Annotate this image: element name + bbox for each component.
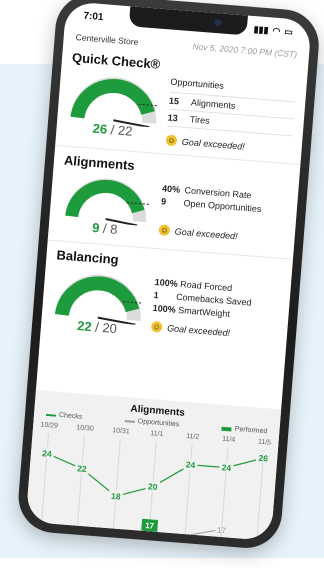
balancing-target: / 20 bbox=[94, 319, 118, 337]
trend-plot: 10/29 10/30 10/31 11/1 11/2 11/4 11/5 24 22 18 20 2… bbox=[39, 422, 272, 540]
opportunities-series-line bbox=[190, 530, 216, 536]
gridline bbox=[256, 450, 265, 540]
date-tick-label: 11/4 bbox=[222, 436, 236, 444]
notch bbox=[128, 6, 248, 36]
alignments-value: 9 bbox=[91, 219, 100, 236]
alignments-target: / 8 bbox=[102, 220, 119, 237]
goal-status: ☺ Goal exceeded! bbox=[158, 224, 239, 241]
goal-status: ☺ Goal exceeded! bbox=[150, 320, 231, 338]
checks-point-label: 18 bbox=[111, 491, 121, 502]
gridline bbox=[41, 433, 50, 523]
balancing-gauge: 22 / 20 bbox=[51, 266, 148, 338]
checks-point-label: 22 bbox=[77, 463, 87, 474]
camera-icon bbox=[214, 18, 222, 27]
status-time: 7:01 bbox=[83, 10, 104, 23]
date-tick-label: 10/30 bbox=[76, 424, 94, 432]
quick-check-gauge: 26 / 22 bbox=[66, 69, 163, 141]
balancing-card[interactable]: Balancing 22 / 20 100% Road Forced 1 Com… bbox=[40, 240, 293, 357]
performed-point-label: 17 bbox=[145, 521, 155, 531]
wifi-icon: ◠ bbox=[272, 25, 281, 36]
opportunities-point-label: 17 bbox=[217, 526, 227, 536]
date-tick-label: 11/5 bbox=[258, 439, 272, 447]
phone-frame: 7:01 ▮▮▮ ◠ ▭ Centerville Store Nov 5, 20… bbox=[15, 0, 322, 551]
quick-check-card[interactable]: Quick Check® 26 / 22 Opportunities 15 Al… bbox=[55, 43, 309, 166]
gridline bbox=[112, 438, 121, 529]
app-screen: 7:01 ▮▮▮ ◠ ▭ Centerville Store Nov 5, 20… bbox=[25, 1, 312, 541]
smiley-icon: ☺ bbox=[150, 320, 163, 333]
gridline bbox=[184, 444, 193, 535]
signal-bars-icon: ▮▮▮ bbox=[253, 23, 269, 35]
stat-line: 13 Tires bbox=[167, 112, 210, 126]
checks-point-label: 24 bbox=[42, 448, 52, 459]
gridline bbox=[76, 435, 85, 526]
checks-point-label: 20 bbox=[148, 481, 158, 492]
date-tick-label: 10/29 bbox=[40, 422, 58, 430]
checks-point-label: 26 bbox=[258, 453, 268, 464]
date-tick-label: 10/31 bbox=[112, 427, 130, 435]
checks-point-label: 24 bbox=[221, 462, 231, 473]
balancing-value: 22 bbox=[76, 318, 93, 335]
quick-check-value: 26 bbox=[92, 120, 108, 137]
phone-mockup: 7:01 ▮▮▮ ◠ ▭ Centerville Store Nov 5, 20… bbox=[15, 0, 324, 568]
gridline bbox=[220, 447, 229, 538]
quick-check-target: / 22 bbox=[110, 122, 133, 139]
smiley-icon: ☺ bbox=[158, 224, 171, 237]
checks-point-label: 24 bbox=[185, 459, 195, 470]
date-tick-label: 11/2 bbox=[186, 433, 200, 441]
alignments-gauge: 9 / 8 bbox=[58, 171, 155, 239]
smiley-icon: ☺ bbox=[165, 134, 178, 147]
battery-icon: ▭ bbox=[283, 25, 294, 37]
date-tick-label: 11/1 bbox=[150, 430, 164, 438]
goal-status: ☺ Goal exceeded! bbox=[165, 134, 246, 152]
stat-line: 15 Alignments bbox=[168, 95, 236, 111]
alignments-trend-chart[interactable]: Alignments Checks Opportunities Performe… bbox=[25, 390, 282, 541]
status-icons: ▮▮▮ ◠ ▭ bbox=[253, 24, 293, 38]
